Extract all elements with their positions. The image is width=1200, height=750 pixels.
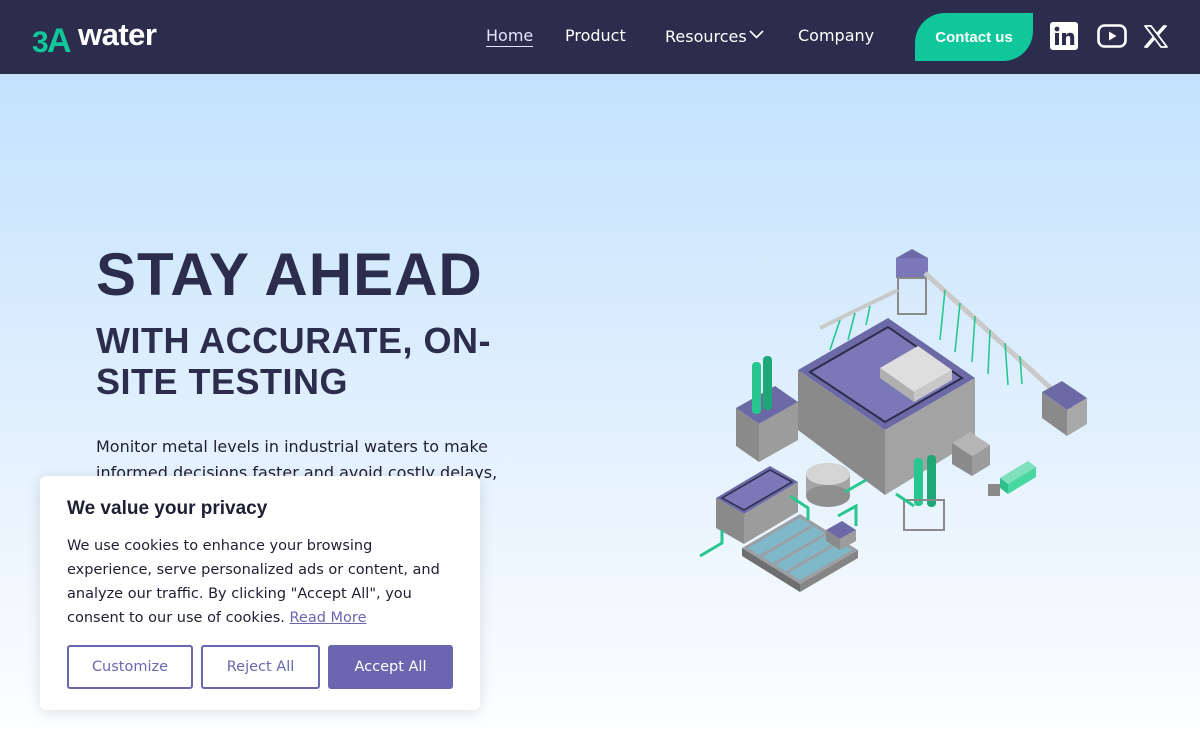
reject-all-button[interactable]: Reject All (201, 645, 320, 689)
cookie-text: We use cookies to enhance your browsing … (67, 534, 457, 630)
svg-text:A: A (47, 22, 72, 56)
nav-product-link[interactable]: Product (565, 26, 626, 45)
hero-title: STAY AHEAD (96, 241, 483, 308)
chevron-down-icon[interactable] (749, 30, 764, 39)
x-icon[interactable] (1144, 25, 1168, 48)
nav-company-link[interactable]: Company (798, 26, 874, 45)
nav-home-link[interactable]: Home (486, 26, 534, 47)
cookie-description: We use cookies to enhance your browsing … (67, 538, 440, 626)
logo-text: water (78, 17, 157, 52)
cookie-consent-banner: We value your privacy We use cookies to … (40, 476, 480, 710)
read-more-link[interactable]: Read More (290, 610, 367, 626)
accept-all-button[interactable]: Accept All (328, 645, 453, 689)
contact-us-button[interactable]: Contact us (915, 13, 1033, 61)
top-navbar: 3 A water Home Product Resources Company… (0, 0, 1200, 74)
cookie-title: We value your privacy (67, 498, 268, 519)
factory-illustration (699, 249, 1087, 592)
nav-resources-link[interactable]: Resources (665, 27, 747, 46)
hero-subtitle: WITH ACCURATE, ON-SITE TESTING (96, 320, 491, 402)
customize-button[interactable]: Customize (67, 645, 193, 689)
logo-mark-icon: 3 A (32, 22, 72, 56)
linkedin-icon[interactable] (1050, 22, 1078, 50)
youtube-icon[interactable] (1097, 24, 1127, 48)
brand-logo[interactable]: 3 A water (32, 17, 157, 57)
